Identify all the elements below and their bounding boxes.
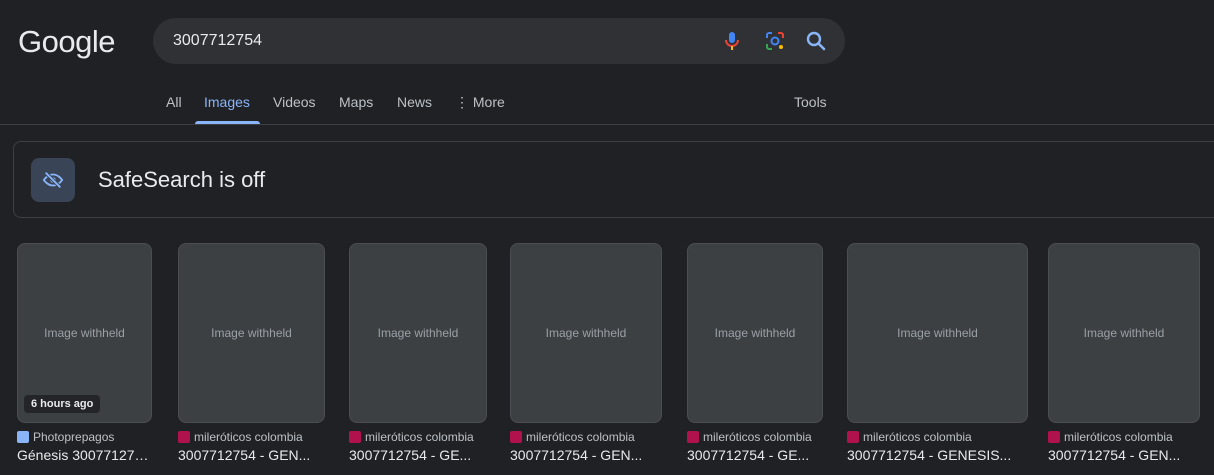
tab-news[interactable]: News [397, 94, 432, 110]
tab-more[interactable]: ⋮ More [455, 94, 505, 111]
google-logo[interactable]: Google [18, 24, 115, 60]
result-source: mileróticos colombia [194, 430, 303, 444]
thumbnail-placeholder[interactable]: Image withheld [349, 243, 487, 423]
tab-maps[interactable]: Maps [339, 94, 373, 110]
site-favicon-icon [687, 431, 699, 443]
placeholder-label: Image withheld [897, 326, 978, 340]
result-title[interactable]: Génesis 300771275... [17, 447, 152, 463]
visibility-off-icon [31, 158, 75, 202]
search-icon[interactable] [804, 29, 828, 53]
more-vert-icon: ⋮ [455, 94, 469, 110]
result-title[interactable]: 3007712754 - GEN... [1048, 447, 1200, 463]
result-source: mileróticos colombia [365, 430, 474, 444]
result-title[interactable]: 3007712754 - GE... [687, 447, 823, 463]
search-input[interactable] [173, 18, 693, 64]
tab-more-label: More [472, 94, 505, 110]
thumbnail-placeholder[interactable]: Image withheld [178, 243, 325, 423]
result-title[interactable]: 3007712754 - GE... [349, 447, 487, 463]
lens-icon[interactable] [763, 29, 787, 53]
tab-videos[interactable]: Videos [273, 94, 316, 110]
site-favicon-icon [1048, 431, 1060, 443]
thumbnail-placeholder[interactable]: Image withheld [847, 243, 1028, 423]
placeholder-label: Image withheld [545, 326, 627, 340]
safesearch-banner[interactable]: SafeSearch is off [13, 141, 1214, 218]
placeholder-label: Image withheld [377, 326, 459, 340]
site-favicon-icon [349, 431, 361, 443]
thumbnail-placeholder[interactable]: Image withheld [1048, 243, 1200, 423]
result-title[interactable]: 3007712754 - GEN... [178, 447, 325, 463]
placeholder-label: Image withheld [1083, 326, 1165, 340]
site-favicon-icon [17, 431, 29, 443]
search-box[interactable] [153, 18, 845, 64]
time-badge: 6 hours ago [24, 395, 101, 413]
placeholder-label: Image withheld [714, 326, 796, 340]
result-title[interactable]: 3007712754 - GEN... [510, 447, 662, 463]
result-source: mileróticos colombia [703, 430, 812, 444]
site-favicon-icon [178, 431, 190, 443]
placeholder-label: Image withheld [44, 326, 125, 340]
result-title[interactable]: 3007712754 - GENESIS... [847, 447, 1028, 463]
result-source: mileróticos colombia [1064, 430, 1173, 444]
thumbnail-placeholder[interactable]: Image withheld [687, 243, 823, 423]
placeholder-label: Image withheld [211, 326, 292, 340]
header-divider [0, 124, 1214, 125]
site-favicon-icon [847, 431, 859, 443]
microphone-icon[interactable] [720, 29, 744, 53]
tools-button[interactable]: Tools [794, 94, 827, 110]
site-favicon-icon [510, 431, 522, 443]
result-source: mileróticos colombia [526, 430, 635, 444]
safesearch-label: SafeSearch is off [98, 167, 266, 192]
result-source: mileróticos colombia [863, 430, 972, 444]
thumbnail-placeholder[interactable]: Image withheld [510, 243, 662, 423]
tab-images[interactable]: Images [204, 94, 250, 110]
result-source: Photoprepagos [33, 430, 115, 444]
tab-all[interactable]: All [166, 94, 182, 110]
